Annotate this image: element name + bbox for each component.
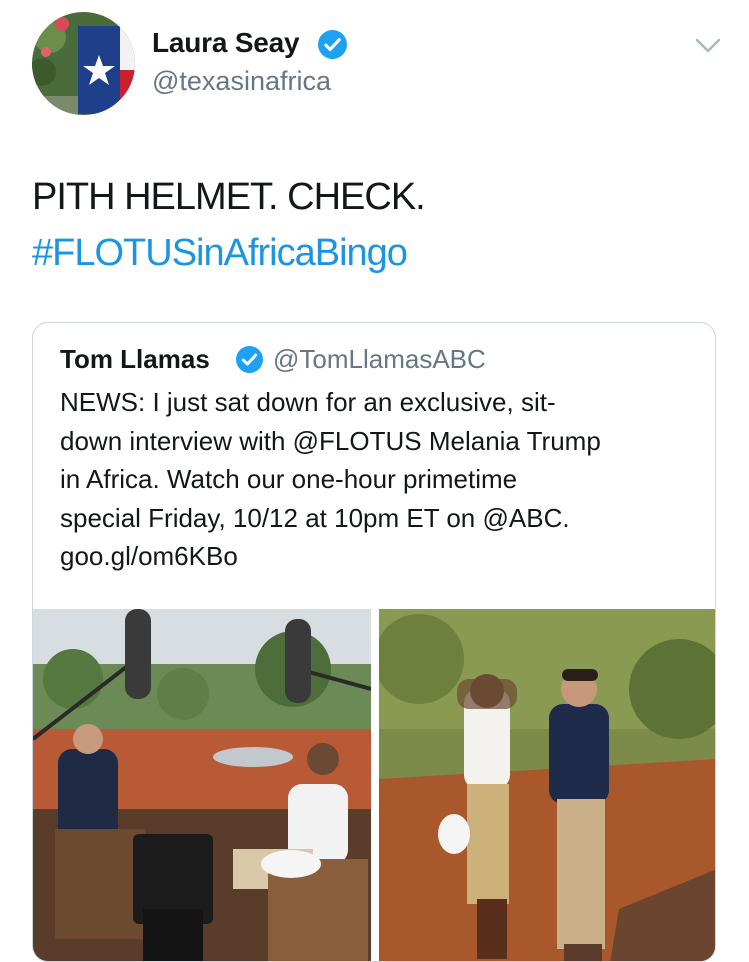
verified-badge-icon	[318, 30, 347, 59]
walking-photo[interactable]	[379, 609, 715, 961]
quoted-tweet-card[interactable]: Tom Llamas @TomLlamasABC NEWS: I just sa…	[32, 322, 716, 962]
quoted-text-line: special Friday, 10/12 at 10pm ET on @ABC…	[60, 502, 570, 533]
tweet-text: PITH HELMET. CHECK. #FLOTUSinAfricaBingo	[32, 169, 426, 281]
quoted-text-link[interactable]: goo.gl/om6KBo	[60, 537, 700, 576]
author-handle[interactable]: @texasinafrica	[152, 66, 331, 97]
chevron-down-icon[interactable]	[694, 36, 722, 56]
quoted-tweet-text: NEWS: I just sat down for an exclusive, …	[60, 383, 700, 576]
tweet: Laura Seay @texasinafrica PITH HELMET. C…	[0, 0, 749, 962]
author-name[interactable]: Laura Seay	[152, 27, 300, 59]
hashtag-link[interactable]: #FLOTUSinAfricaBingo	[32, 225, 425, 281]
quoted-text-line: in Africa. Watch our one-hour primetime	[60, 464, 518, 494]
quoted-author-handle[interactable]: @TomLlamasABC	[273, 344, 486, 375]
verified-badge-icon	[236, 346, 263, 373]
quoted-text-line: down interview with @FLOTUS Melania Trum…	[60, 425, 601, 456]
quoted-author-name[interactable]: Tom Llamas	[60, 344, 210, 375]
interview-photo[interactable]	[33, 609, 371, 961]
author-avatar[interactable]	[32, 12, 135, 115]
tweet-text-line: PITH HELMET. CHECK.	[32, 176, 426, 218]
quoted-text-line: NEWS: I just sat down for an exclusive, …	[60, 387, 556, 417]
